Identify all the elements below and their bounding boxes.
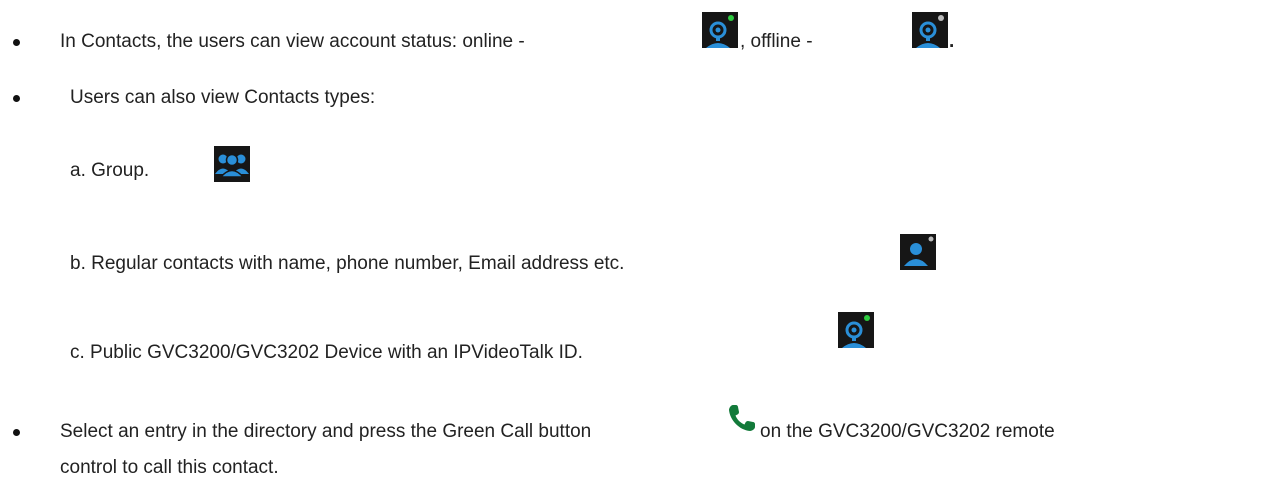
bullet xyxy=(13,95,20,102)
call-line-2: control to call this contact. xyxy=(60,457,279,478)
status-text-c: . xyxy=(949,31,955,52)
status-line-mid: , offline - xyxy=(740,30,813,54)
item-regular: b. Regular contacts with name, phone num… xyxy=(70,253,625,274)
item-public-device: c. Public GVC3200/GVC3202 Device with an… xyxy=(70,342,583,363)
call-text-a: Select an entry in the directory and pre… xyxy=(60,421,592,442)
group-contact-icon xyxy=(214,146,250,182)
device-offline-icon xyxy=(912,12,948,48)
contact-types-line: Users can also view Contacts types: xyxy=(70,87,376,108)
status-line: In Contacts, the users can view account … xyxy=(60,30,525,54)
bullet xyxy=(13,429,20,436)
status-text-a: In Contacts, the users can view account … xyxy=(60,31,525,52)
public-device-icon xyxy=(838,312,874,348)
status-line-end: . xyxy=(949,30,954,54)
regular-contact-icon xyxy=(900,234,936,270)
call-text-b: on the GVC3200/GVC3202 remote xyxy=(760,421,1055,442)
green-call-icon xyxy=(726,402,758,434)
device-online-icon xyxy=(702,12,738,48)
bullet xyxy=(13,39,20,46)
call-line: Select an entry in the directory and pre… xyxy=(60,420,591,444)
item-group: a. Group. xyxy=(70,160,150,181)
call-line-end: on the GVC3200/GVC3202 remote xyxy=(760,420,1055,444)
status-text-b: , offline - xyxy=(740,31,813,52)
